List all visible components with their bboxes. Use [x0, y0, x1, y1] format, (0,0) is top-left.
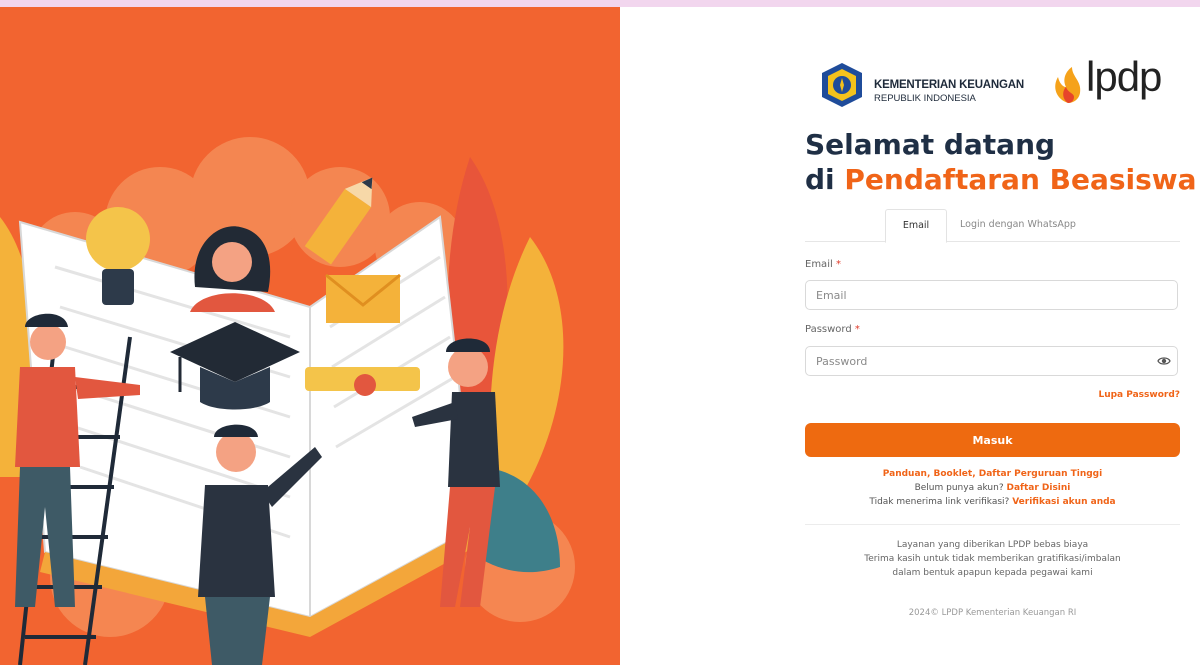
register-link[interactable]: Daftar Disini — [1006, 483, 1070, 493]
no-account-text: Belum punya akun? — [914, 483, 1004, 493]
notice-line1: Layanan yang diberikan LPDP bebas biaya — [896, 540, 1089, 550]
page-title: Selamat datang di Pendaftaran Beasiswa — [805, 127, 1197, 197]
ministry-emblem-icon — [822, 63, 862, 107]
title-accent: Pendaftaran Beasiswa — [844, 163, 1197, 196]
ministry-name-line2: REPUBLIK INDONESIA — [874, 93, 976, 104]
tab-whatsapp[interactable]: Login dengan WhatsApp — [953, 209, 1083, 241]
email-label-text: Email — [805, 259, 833, 270]
eye-icon[interactable] — [1157, 354, 1171, 368]
verify-account-link[interactable]: Verifikasi akun anda — [1012, 497, 1115, 507]
open-book-illustration — [0, 137, 575, 665]
lpdp-flame-icon — [1055, 67, 1081, 103]
login-button[interactable]: Masuk — [805, 423, 1180, 457]
lpdp-logo-text: lpdp — [1086, 53, 1162, 100]
title-line2-prefix: di — [805, 163, 845, 196]
password-input[interactable] — [805, 346, 1178, 376]
register-line: Belum punya akun? Daftar Disini — [805, 483, 1180, 493]
envelope-icon — [325, 273, 401, 323]
forgot-password-link[interactable]: Lupa Password? — [1090, 390, 1180, 400]
tab-email[interactable]: Email — [885, 209, 947, 243]
no-verification-text: Tidak menerima link verifikasi? — [869, 497, 1010, 507]
required-mark: * — [854, 324, 860, 335]
password-label-text: Password — [805, 324, 852, 335]
title-line1: Selamat datang — [805, 128, 1056, 161]
login-method-tabs: Email Login dengan WhatsApp — [805, 209, 1180, 243]
guides-line: Panduan, Booklet, Daftar Perguruan Tingg… — [805, 469, 1180, 479]
footer-copyright: 2024© LPDP Kementerian Keuangan RI — [908, 608, 1077, 618]
password-label: Password * — [805, 324, 860, 335]
hero-illustration — [0, 7, 620, 665]
email-input[interactable] — [805, 280, 1178, 310]
title-line2: di Pendaftaran Beasiswa — [805, 162, 1197, 197]
divider — [805, 524, 1180, 525]
header-logos: KEMENTERIAN KEUANGAN REPUBLIK INDONESIA … — [818, 53, 1178, 113]
notice-line2: Terima kasih untuk tidak memberikan grat… — [864, 554, 1121, 564]
notice-line3: dalam bentuk apapun kepada pegawai kami — [892, 568, 1093, 578]
ministry-name-line1: KEMENTERIAN KEUANGAN — [874, 79, 1024, 91]
guides-link[interactable]: Panduan, Booklet, Daftar Perguruan Tingg… — [883, 469, 1102, 479]
login-panel: KEMENTERIAN KEUANGAN REPUBLIK INDONESIA … — [620, 7, 1200, 665]
verify-line: Tidak menerima link verifikasi? Verifika… — [805, 497, 1180, 507]
required-mark: * — [835, 259, 841, 270]
browser-top-bar — [0, 0, 1200, 7]
ministry-name: KEMENTERIAN KEUANGAN REPUBLIK INDONESIA — [874, 78, 1024, 106]
email-label: Email * — [805, 259, 841, 270]
